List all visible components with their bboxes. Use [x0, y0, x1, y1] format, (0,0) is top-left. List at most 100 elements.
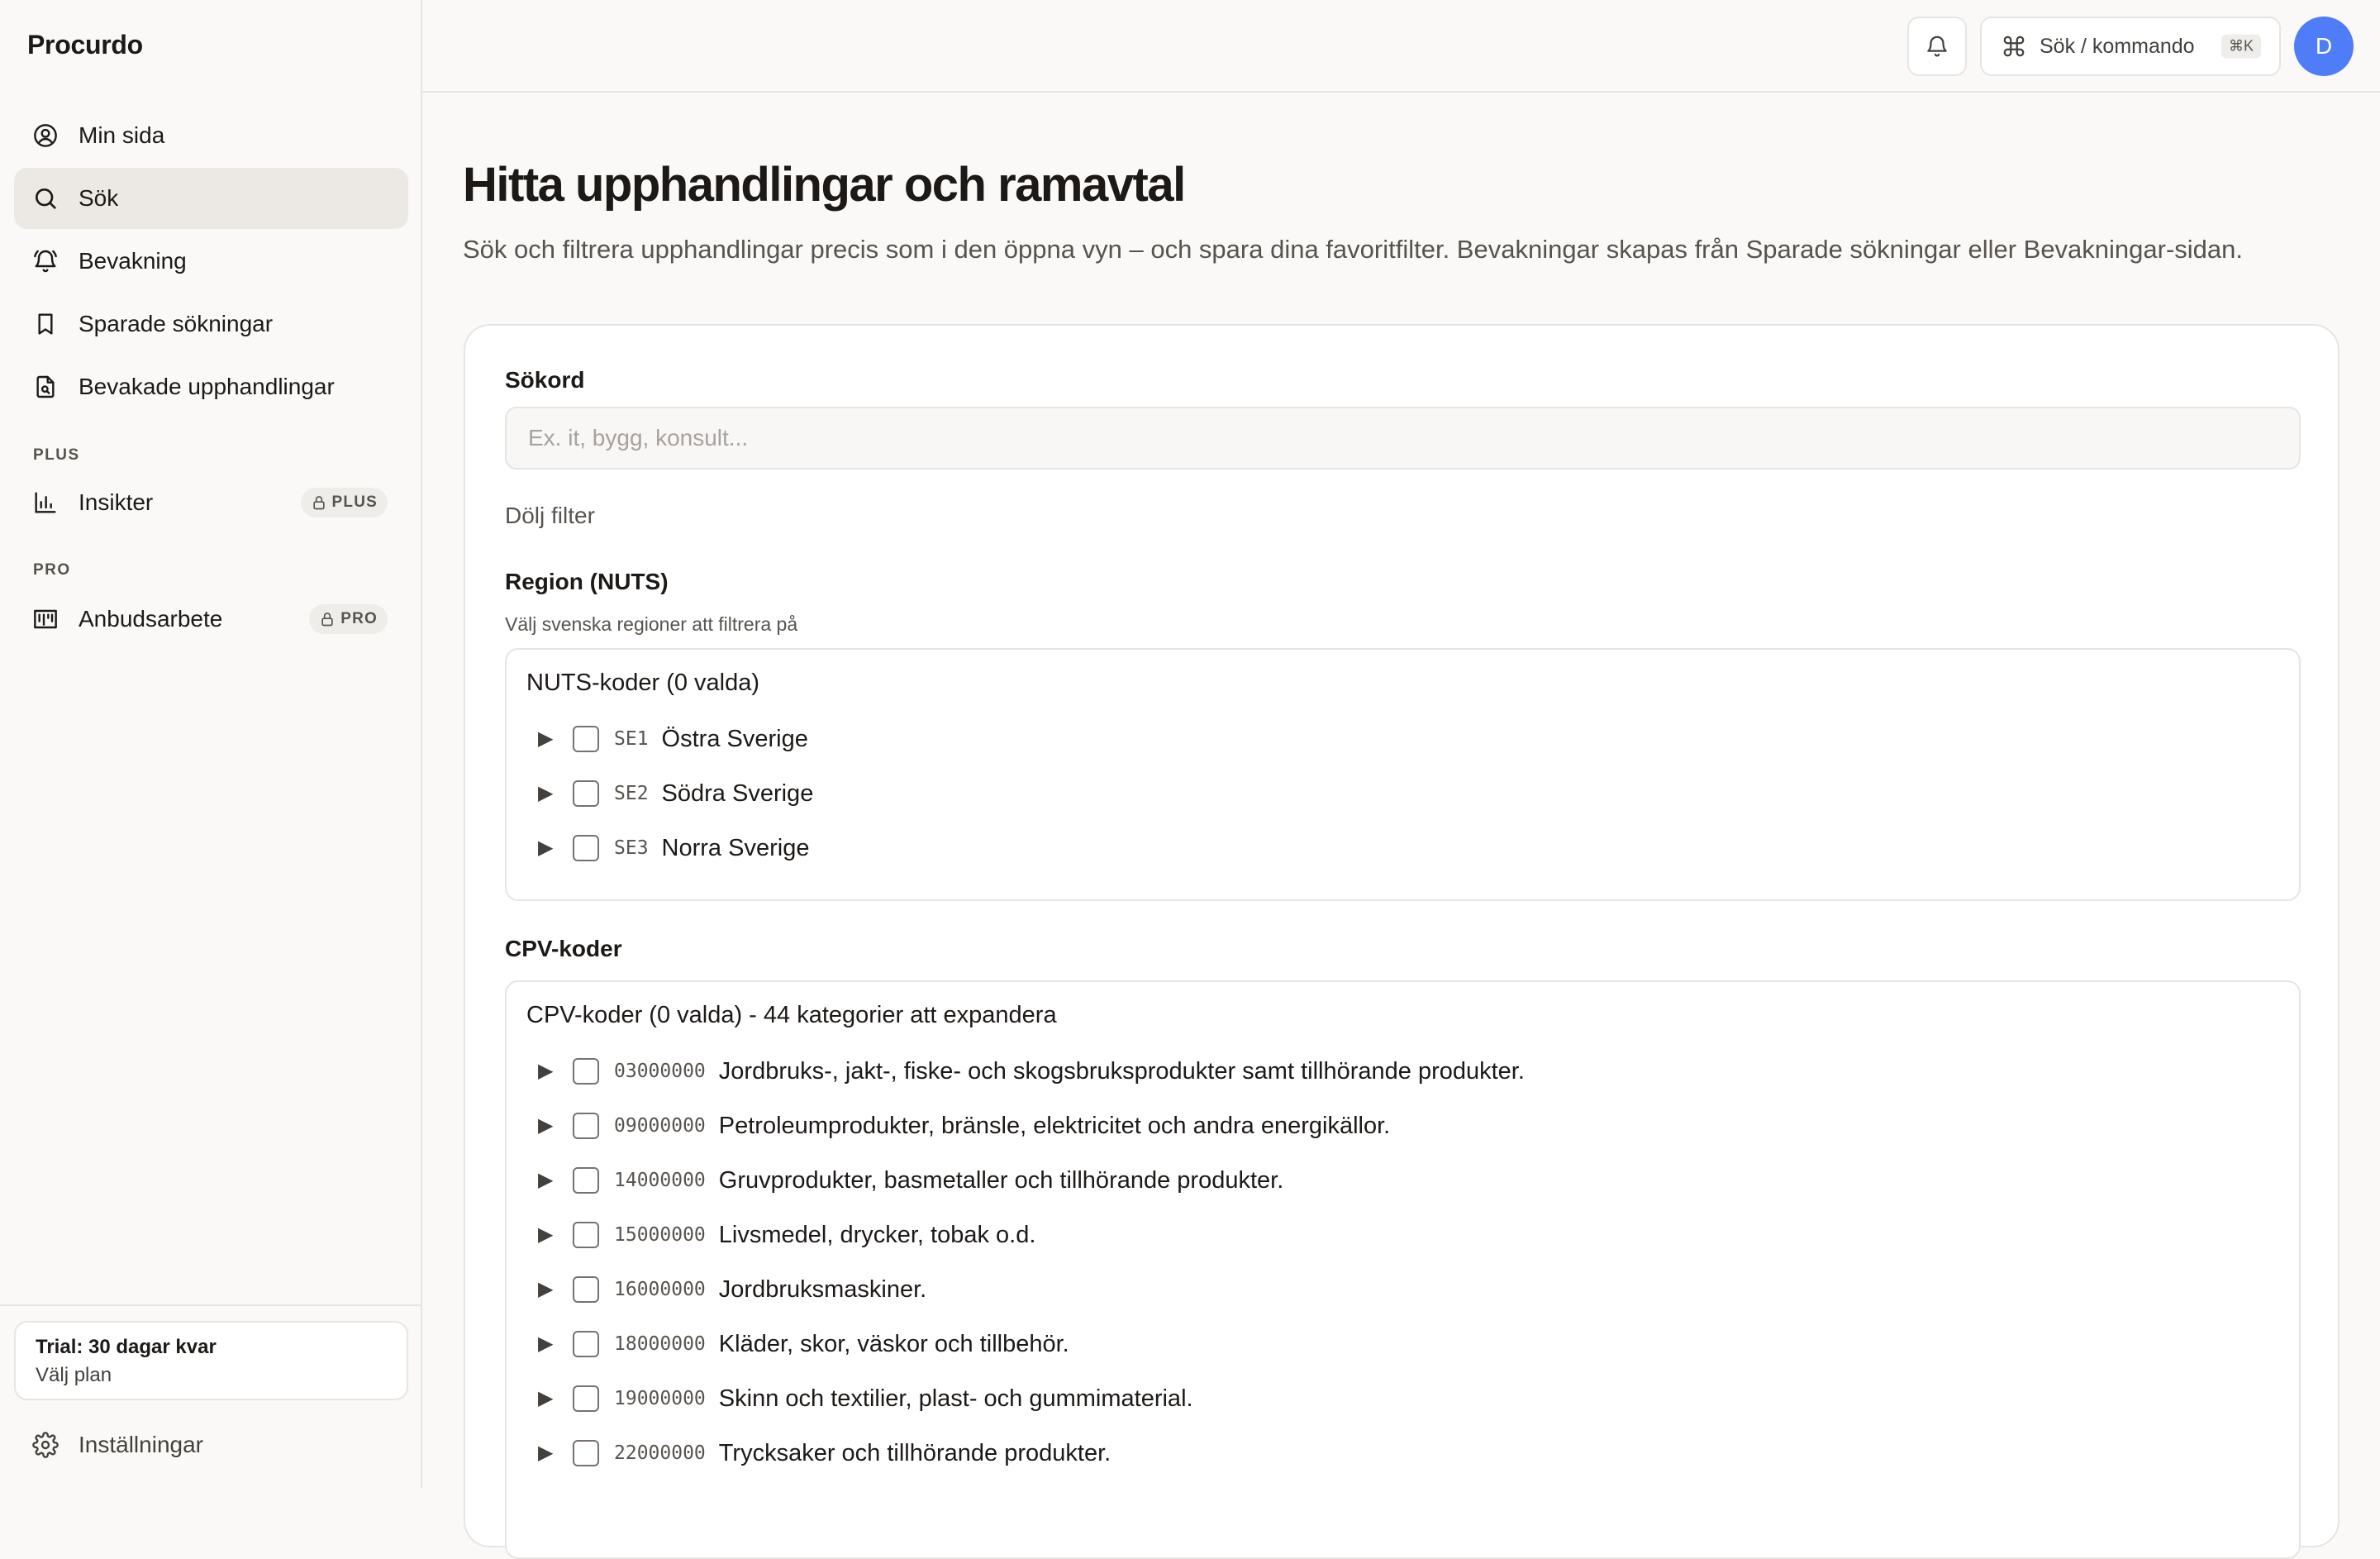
gear-icon — [32, 1432, 59, 1458]
nuts-tree-title: NUTS-koder (0 valda) — [526, 670, 760, 696]
checkbox[interactable] — [573, 835, 599, 861]
sidebar-item-label: Bevakning — [79, 248, 187, 274]
tree-row: ▶ SE2 Södra Sverige — [538, 777, 813, 810]
tree-row: ▶ 16000000 Jordbruksmaskiner. — [538, 1273, 926, 1306]
command-search-button[interactable]: Sök / kommando ⌘K — [1980, 17, 2281, 76]
section-label-pro: PRO — [33, 561, 71, 579]
expand-caret-icon[interactable]: ▶ — [538, 1334, 558, 1354]
cpv-code: 22000000 — [614, 1442, 706, 1464]
sidebar-item-sparade-sokningar[interactable]: Sparade sökningar — [14, 293, 408, 355]
nuts-name: Norra Sverige — [661, 834, 810, 861]
region-label: Region (NUTS) — [505, 569, 669, 594]
checkbox[interactable] — [573, 1385, 599, 1412]
expand-caret-icon[interactable]: ▶ — [538, 1116, 558, 1136]
checkbox[interactable] — [573, 726, 599, 752]
tree-row: ▶ SE3 Norra Sverige — [538, 832, 809, 865]
cpv-code: 14000000 — [614, 1170, 706, 1191]
sidebar-divider — [0, 1304, 421, 1306]
sidebar-item-installningar[interactable]: Inställningar — [14, 1414, 408, 1476]
region-hint: Välj svenska regioner att filtrera på — [505, 613, 798, 635]
sidebar-item-label: Bevakade upphandlingar — [79, 374, 335, 399]
cpv-code: 03000000 — [614, 1061, 706, 1082]
cpv-name: Petroleumprodukter, bränsle, elektricite… — [718, 1112, 1391, 1139]
lock-icon — [312, 496, 325, 510]
checkbox[interactable] — [573, 1113, 599, 1139]
section-label-plus: PLUS — [33, 446, 80, 464]
sidebar-item-insikter[interactable]: Insikter PLUS — [14, 472, 408, 533]
user-circle-icon — [32, 122, 59, 149]
choose-plan-link[interactable]: Välj plan — [36, 1364, 387, 1387]
command-icon — [2002, 34, 2026, 59]
avatar[interactable]: D — [2294, 17, 2354, 76]
checkbox[interactable] — [573, 1331, 599, 1357]
expand-caret-icon[interactable]: ▶ — [538, 729, 558, 749]
nuts-code: SE1 — [614, 728, 649, 750]
sidebar-item-label: Insikter — [79, 489, 154, 515]
expand-caret-icon[interactable]: ▶ — [538, 1389, 558, 1409]
tree-row: ▶ 18000000 Kläder, skor, väskor och till… — [538, 1328, 1069, 1361]
plus-badge: PLUS — [300, 488, 388, 517]
cpv-name: Livsmedel, drycker, tobak o.d. — [718, 1221, 1036, 1248]
tree-row: ▶ 22000000 Trycksaker och tillhörande pr… — [538, 1437, 1111, 1470]
sidebar-item-label: Inställningar — [79, 1432, 203, 1457]
checkbox[interactable] — [573, 1222, 599, 1248]
cpv-code: 16000000 — [614, 1279, 706, 1300]
expand-caret-icon[interactable]: ▶ — [538, 1170, 558, 1190]
expand-caret-icon[interactable]: ▶ — [538, 1280, 558, 1299]
cpv-name: Kläder, skor, väskor och tillbehör. — [718, 1330, 1069, 1357]
expand-caret-icon[interactable]: ▶ — [538, 1061, 558, 1081]
search-filter-card: Sökord Dölj filter Region (NUTS) Välj sv… — [464, 324, 2340, 1559]
lock-icon — [321, 613, 333, 627]
sidebar-item-bevakade-upphandlingar[interactable]: Bevakade upphandlingar — [14, 356, 408, 417]
nuts-name: Östra Sverige — [661, 725, 808, 752]
cpv-code: 15000000 — [614, 1224, 706, 1246]
sidebar-item-sok[interactable]: Sök — [14, 168, 408, 229]
sidebar-item-min-sida[interactable]: Min sida — [14, 105, 408, 166]
search-label: Sökord — [505, 367, 585, 393]
hide-filters-button[interactable]: Dölj filter — [505, 503, 595, 529]
tree-row: ▶ 09000000 Petroleumprodukter, bränsle, … — [538, 1109, 1390, 1142]
kanban-icon — [32, 606, 59, 632]
cpv-name: Jordbruks-, jakt-, fiske- och skogsbruks… — [718, 1057, 1525, 1085]
trial-card[interactable]: Trial: 30 dagar kvar Välj plan — [14, 1321, 408, 1400]
nuts-code: SE3 — [614, 837, 649, 859]
search-icon — [32, 185, 59, 212]
checkbox[interactable] — [573, 780, 599, 807]
cpv-label: CPV-koder — [505, 936, 622, 961]
page-subtitle: Sök och filtrera upphandlingar precis so… — [463, 235, 2244, 264]
sidebar-item-label: Sparade sökningar — [79, 311, 274, 336]
file-search-icon — [32, 374, 59, 400]
search-input[interactable] — [505, 407, 2301, 470]
bookmark-icon — [32, 311, 59, 337]
page-title: Hitta upphandlingar och ramavtal — [463, 158, 1186, 212]
nuts-name: Södra Sverige — [661, 780, 814, 807]
command-shortcut: ⌘K — [2221, 34, 2261, 59]
trial-status: Trial: 30 dagar kvar — [36, 1336, 217, 1358]
checkbox[interactable] — [573, 1440, 599, 1466]
tree-row: ▶ 14000000 Gruvprodukter, basmetaller oc… — [538, 1164, 1283, 1197]
checkbox[interactable] — [573, 1167, 599, 1194]
expand-caret-icon[interactable]: ▶ — [538, 838, 558, 858]
checkbox[interactable] — [573, 1058, 599, 1085]
sidebar-item-bevakning[interactable]: Bevakning — [14, 231, 408, 292]
bar-chart-icon — [32, 489, 59, 516]
expand-caret-icon[interactable]: ▶ — [538, 784, 558, 803]
tree-row: ▶ 19000000 Skinn och textilier, plast- o… — [538, 1382, 1193, 1415]
brand-logo[interactable]: Procurdo — [27, 30, 143, 60]
cpv-name: Gruvprodukter, basmetaller och tillhöran… — [718, 1166, 1284, 1194]
tree-row: ▶ 15000000 Livsmedel, drycker, tobak o.d… — [538, 1218, 1035, 1251]
pro-badge: PRO — [309, 604, 388, 634]
checkbox[interactable] — [573, 1276, 599, 1303]
expand-caret-icon[interactable]: ▶ — [538, 1225, 558, 1245]
cpv-code: 19000000 — [614, 1388, 706, 1409]
sidebar-item-anbudsarbete[interactable]: Anbudsarbete PRO — [14, 589, 408, 650]
cpv-name: Trycksaker och tillhörande produkter. — [718, 1439, 1111, 1466]
sidebar-item-label: Anbudsarbete — [79, 606, 223, 632]
command-label: Sök / kommando — [2040, 34, 2195, 58]
sidebar-item-label: Min sida — [79, 122, 165, 148]
notifications-button[interactable] — [1907, 17, 1967, 76]
cpv-tree: CPV-koder (0 valda) - 44 kategorier att … — [505, 980, 2301, 1559]
cpv-tree-title: CPV-koder (0 valda) - 44 kategorier att … — [526, 1002, 1057, 1028]
expand-caret-icon[interactable]: ▶ — [538, 1443, 558, 1463]
cpv-name: Skinn och textilier, plast- och gummimat… — [718, 1385, 1193, 1412]
